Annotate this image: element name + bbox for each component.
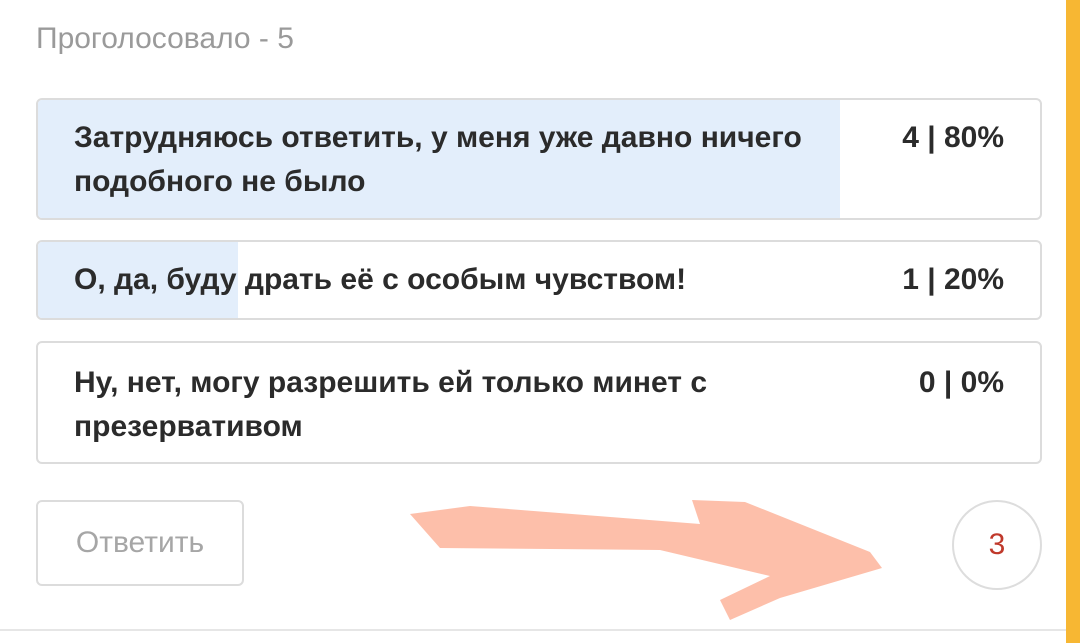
poll-option-label: Ну, нет, могу разрешить ей только минет … (74, 366, 708, 443)
poll-option-result: 4 | 80% (902, 121, 1004, 154)
poll-option-result: 0 | 0% (918, 366, 1004, 399)
poll-option-result: 1 | 20% (902, 263, 1004, 296)
bottom-divider (0, 629, 1066, 631)
reply-button[interactable]: Ответить (36, 500, 244, 586)
poll-option-label: О, да, буду драть её с особым чувством! (74, 263, 687, 296)
poll-option[interactable]: Затрудняюсь ответить, у меня уже давно н… (36, 98, 1042, 220)
annotation-arrow-icon (410, 500, 882, 620)
vote-count: Проголосовало - 5 (36, 22, 294, 55)
poll-option[interactable]: Ну, нет, могу разрешить ей только минет … (36, 341, 1042, 464)
comment-count-badge[interactable]: 3 (952, 500, 1042, 590)
poll-option[interactable]: О, да, буду драть её с особым чувством! … (36, 240, 1042, 320)
right-accent-bar (1066, 0, 1080, 643)
poll-option-label: Затрудняюсь ответить, у меня уже давно н… (74, 121, 802, 198)
